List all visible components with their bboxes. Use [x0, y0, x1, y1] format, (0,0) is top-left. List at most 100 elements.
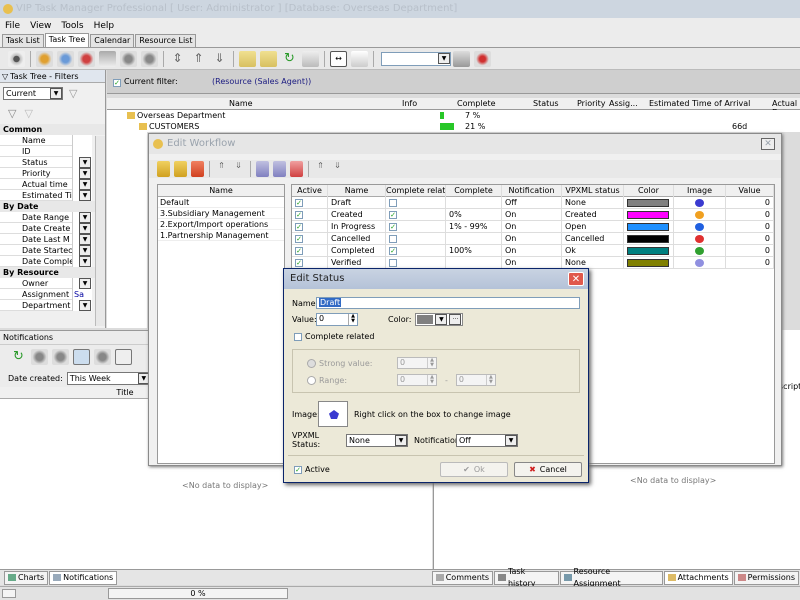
col-image[interactable]: Image — [674, 185, 726, 197]
notification-select[interactable]: Off ▼ — [456, 433, 518, 447]
filter-field-value[interactable]: ▼ — [72, 168, 92, 179]
chevron-down-icon[interactable]: ▼ — [50, 88, 62, 99]
image-cell[interactable] — [674, 233, 726, 245]
complete-related-cell[interactable] — [386, 233, 446, 245]
active-checkbox[interactable]: ✓ — [295, 235, 303, 243]
complete-related-cell[interactable]: ✓ — [386, 221, 446, 233]
filter-field-value[interactable]: ▼ — [72, 212, 92, 223]
show-all-icon[interactable] — [73, 349, 90, 365]
active-cell[interactable]: ✓ — [292, 197, 328, 209]
strong-value-radio[interactable] — [307, 358, 316, 368]
filter-field-value[interactable]: ▼ — [72, 256, 92, 267]
export-icon[interactable] — [453, 50, 470, 67]
ok-button[interactable]: ✔ Ok — [440, 462, 508, 477]
complete-related-checkbox[interactable] — [389, 259, 397, 267]
complete-related-checkbox[interactable]: ✓ — [389, 223, 397, 231]
filter-field-value[interactable]: ▼ — [72, 234, 92, 245]
chevron-down-icon[interactable]: ▼ — [79, 300, 91, 311]
chevron-down-icon[interactable]: ▼ — [79, 256, 91, 267]
active-cell[interactable]: ✓ — [292, 233, 328, 245]
complete-related-checkbox[interactable] — [389, 199, 397, 207]
close-icon[interactable]: ✕ — [761, 138, 775, 150]
complete-related-cell[interactable]: ✓ — [386, 209, 446, 221]
active-cell[interactable]: ✓ — [292, 221, 328, 233]
active-checkbox[interactable]: ✓ — [295, 199, 303, 207]
image-cell[interactable] — [674, 257, 726, 269]
move-up-icon[interactable]: ⇑ — [190, 51, 207, 67]
image-cell[interactable] — [674, 221, 726, 233]
filter-field-value[interactable]: ▼ — [72, 157, 92, 168]
move-down-icon[interactable]: ⇓ — [211, 51, 228, 67]
close-icon[interactable]: ✕ — [568, 272, 584, 286]
toolbar-search-select[interactable]: ▼ — [381, 51, 451, 66]
col-priority[interactable]: Priority — [577, 99, 605, 108]
filter-field[interactable]: Department ▼ — [0, 300, 92, 311]
filter-field[interactable]: Date Comple ▼ — [0, 256, 92, 267]
complete-related-cell[interactable] — [386, 197, 446, 209]
tab-comments[interactable]: Comments — [431, 570, 494, 585]
complete-related-cell[interactable]: ✓ — [386, 245, 446, 257]
col-info[interactable]: Info — [402, 99, 417, 108]
menu-view[interactable]: View — [25, 18, 56, 34]
col-name[interactable]: Name — [229, 99, 253, 108]
chevron-down-icon[interactable]: ▼ — [79, 179, 91, 190]
list-item[interactable]: Default — [158, 197, 284, 208]
active-checkbox[interactable]: ✓ — [295, 247, 303, 255]
view-options-icon[interactable] — [141, 50, 158, 67]
filter-field-value[interactable]: ▼ — [72, 300, 92, 311]
add-workflow-icon[interactable] — [157, 161, 170, 177]
folder-dropdown-icon[interactable] — [302, 50, 319, 67]
status-row[interactable]: ✓ In Progress ✓ 1% - 99% On Open 0 — [292, 221, 774, 233]
columns-icon[interactable]: ↔ — [330, 50, 347, 67]
table-row[interactable]: Overseas Department 7 % — [107, 110, 800, 121]
tab-permissions[interactable]: Permissions — [733, 570, 799, 585]
chevron-down-icon[interactable]: ▼ — [438, 52, 450, 64]
notification-view-icon[interactable] — [115, 349, 132, 365]
active-checkbox[interactable]: ✓ — [295, 259, 303, 267]
col-name[interactable]: Name — [328, 185, 386, 197]
filter-field-value[interactable] — [72, 146, 92, 157]
vpxml-select[interactable]: None ▼ — [346, 433, 408, 447]
spin-arrows-icon[interactable]: ▲ ▼ — [485, 375, 495, 385]
delete-filter-icon[interactable] — [474, 50, 491, 67]
filter-field[interactable]: Status ▼ — [0, 157, 92, 168]
filter-field[interactable]: Date Range ▼ — [0, 212, 92, 223]
filter-field[interactable]: Name — [0, 135, 92, 146]
image-cell[interactable] — [674, 197, 726, 209]
filter-field[interactable]: Assignment Sa — [0, 289, 92, 300]
col-complete[interactable]: Complete — [446, 185, 502, 197]
list-item[interactable]: 2.Export/Import operations — [158, 219, 284, 230]
active-checkbox[interactable]: ✓ — [295, 223, 303, 231]
filter-field[interactable]: ID — [0, 146, 92, 157]
delete-task-icon[interactable] — [78, 50, 95, 67]
filter-field-value[interactable]: ▼ — [72, 179, 92, 190]
refresh-icon[interactable]: ↻ — [281, 51, 298, 67]
col-complete[interactable]: Complete — [457, 99, 496, 108]
col-assig[interactable]: Assig... — [609, 99, 638, 108]
tab-task-list[interactable]: Task List — [2, 34, 44, 47]
eye-icon[interactable] — [8, 50, 25, 67]
tab-notifications[interactable]: Notifications — [49, 570, 118, 585]
page-dropdown-icon[interactable] — [351, 50, 368, 67]
chevron-down-icon[interactable]: ▼ — [79, 223, 91, 234]
col-value[interactable]: Value — [726, 185, 774, 197]
delete-workflow-icon[interactable] — [191, 161, 204, 177]
col-active[interactable]: Active — [292, 185, 328, 197]
tab-resource-list[interactable]: Resource List — [135, 34, 197, 47]
complete-related-checkbox[interactable]: ✓ — [389, 211, 397, 219]
current-filter-checkbox[interactable]: ✓ — [113, 78, 121, 87]
notification-options-icon[interactable] — [94, 349, 111, 365]
edit-status-icon[interactable] — [273, 161, 286, 177]
name-input[interactable]: Draft — [316, 297, 580, 309]
status-up-icon[interactable]: ⇑ — [314, 161, 327, 177]
col-complete-related[interactable]: Complete related — [386, 185, 446, 197]
col-vpxml-status[interactable]: VPXML status — [562, 185, 624, 197]
image-cell[interactable] — [674, 245, 726, 257]
color-cell[interactable] — [624, 257, 674, 269]
expand-all-icon[interactable] — [239, 50, 256, 67]
group-by-resource[interactable]: By Resource — [0, 267, 105, 278]
delete-status-icon[interactable] — [290, 161, 303, 177]
color-cell[interactable] — [624, 197, 674, 209]
menu-tools[interactable]: Tools — [56, 18, 88, 34]
status-row[interactable]: ✓ Created ✓ 0% On Created 0 — [292, 209, 774, 221]
